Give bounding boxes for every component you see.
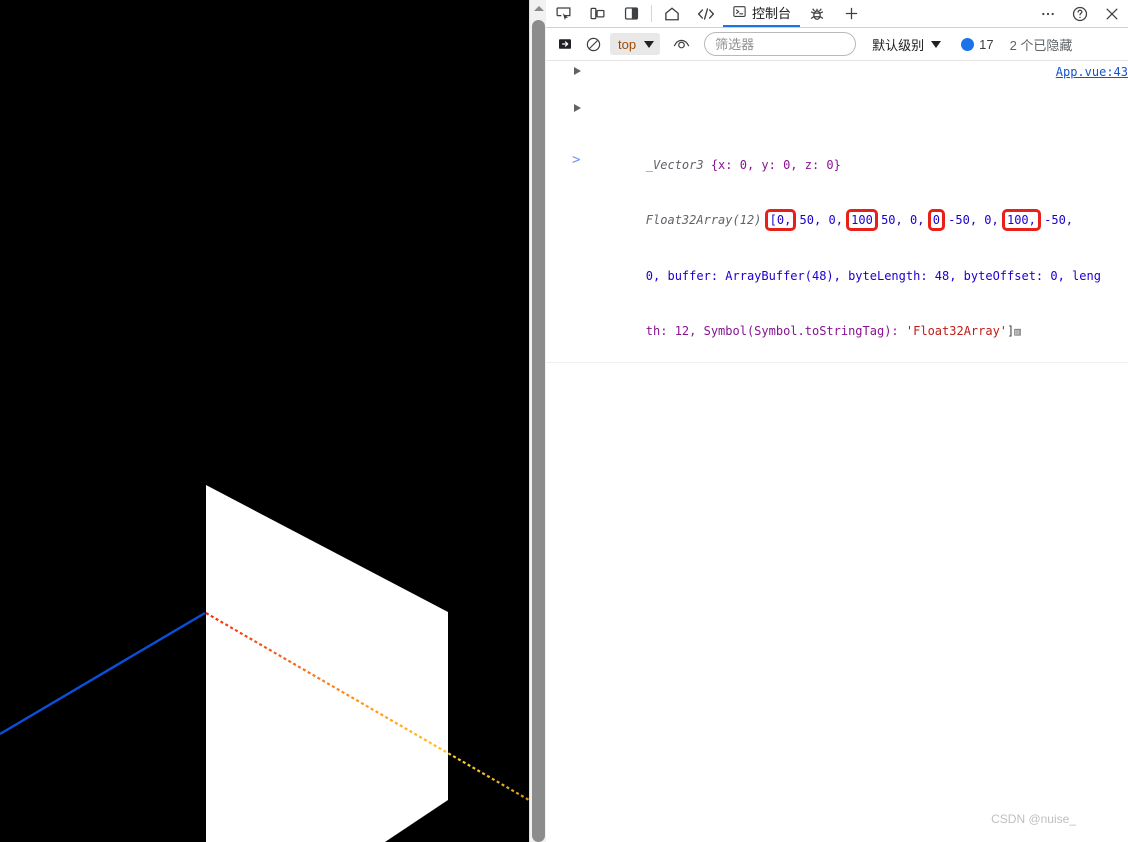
tabstrip-divider bbox=[651, 5, 652, 22]
clear-console-icon[interactable] bbox=[580, 31, 606, 57]
add-panel-plus-icon[interactable] bbox=[834, 0, 868, 27]
prompt-chevron-icon: > bbox=[572, 152, 581, 168]
execution-context-select[interactable]: top bbox=[610, 33, 661, 55]
array-value-6: 0 bbox=[927, 209, 946, 231]
sidebar-toggle-icon[interactable] bbox=[552, 31, 578, 57]
console-output[interactable]: App.vue:43 _Vector3 {x: 0, y: 0, z: 0} F… bbox=[546, 61, 1128, 842]
scene-canvas[interactable] bbox=[0, 0, 529, 842]
tab-console-label: 控制台 bbox=[752, 6, 792, 21]
tostringtag-value: 'Float32Array' bbox=[905, 324, 1008, 338]
array-value-5: 0, bbox=[910, 213, 925, 227]
scrollbar-thumb[interactable] bbox=[532, 20, 545, 842]
help-question-icon[interactable] bbox=[1064, 0, 1096, 27]
issues-bubble-icon bbox=[961, 37, 975, 51]
array-value-8: 0, bbox=[984, 213, 999, 227]
console-message[interactable]: App.vue:43 _Vector3 {x: 0, y: 0, z: 0} F… bbox=[546, 61, 1128, 363]
float32array-label: Float32Array(12) bbox=[645, 213, 762, 227]
page-vertical-scrollbar[interactable] bbox=[529, 0, 546, 842]
console-input-prompt[interactable]: > bbox=[546, 149, 1128, 171]
console-toolbar: top 默认级别 17 2 个已隐藏 bbox=[546, 28, 1128, 61]
elements-code-icon[interactable] bbox=[689, 0, 723, 27]
array-value-2: 0, bbox=[828, 213, 843, 227]
tabstrip-right-group bbox=[1025, 0, 1128, 27]
devices-icon[interactable] bbox=[580, 0, 614, 27]
array-value-7: -50, bbox=[948, 213, 978, 227]
issues-counter[interactable]: 17 bbox=[961, 36, 994, 52]
log-level-select[interactable]: 默认级别 bbox=[868, 33, 945, 55]
array-value-3: 100 bbox=[846, 209, 878, 231]
copy-icon[interactable]: ▥ bbox=[1014, 325, 1021, 338]
panel-layout-icon[interactable] bbox=[614, 0, 648, 27]
log-level-label: 默认级别 bbox=[872, 37, 925, 53]
source-link[interactable]: App.vue:43 bbox=[1056, 63, 1128, 82]
expand-arrow-icon[interactable] bbox=[574, 67, 581, 75]
app-root: 控制台 top 筛选器 默认级别 17 2 个已隐藏 App.vue:43 _V… bbox=[0, 0, 1128, 842]
bug-icon[interactable] bbox=[800, 0, 834, 27]
home-icon[interactable] bbox=[655, 0, 689, 27]
watermark-text: CSDN @nuise_ bbox=[991, 812, 1076, 826]
terminal-icon bbox=[732, 4, 747, 22]
array-value-0: [0, bbox=[764, 209, 797, 231]
devtools-panel: 控制台 top 筛选器 默认级别 17 2 个已隐藏 App.vue:43 _V… bbox=[546, 0, 1128, 842]
expand-arrow-icon-2[interactable] bbox=[574, 104, 581, 112]
issues-count-value: 17 bbox=[979, 36, 994, 52]
close-devtools-icon[interactable] bbox=[1096, 0, 1128, 27]
three-js-viewport[interactable] bbox=[0, 0, 529, 842]
inspect-element-icon[interactable] bbox=[546, 0, 580, 27]
array-length-props: th: 12, Symbol(Symbol.toStringTag): bbox=[645, 324, 906, 338]
chevron-down-icon bbox=[644, 40, 655, 48]
scrollbar-up-arrow-icon[interactable] bbox=[530, 0, 547, 17]
tab-console[interactable]: 控制台 bbox=[723, 0, 801, 27]
array-value-9: 100, bbox=[1001, 209, 1041, 231]
array-tail-and-props: 0, buffer: ArrayBuffer(48), byteLength: … bbox=[645, 268, 1101, 283]
array-value-10: -50, bbox=[1044, 213, 1074, 227]
array-value-1: 50, bbox=[799, 213, 822, 227]
eye-icon[interactable] bbox=[668, 31, 694, 57]
chevron-down-icon bbox=[931, 40, 942, 48]
execution-context-value: top bbox=[618, 36, 637, 52]
more-options-ellipsis-icon[interactable] bbox=[1032, 0, 1064, 27]
array-value-4: 50, bbox=[881, 213, 903, 227]
filter-input[interactable] bbox=[704, 32, 857, 56]
hidden-messages-label: 2 个已隐藏 bbox=[1009, 37, 1073, 53]
devtools-tabstrip: 控制台 bbox=[546, 0, 1128, 28]
